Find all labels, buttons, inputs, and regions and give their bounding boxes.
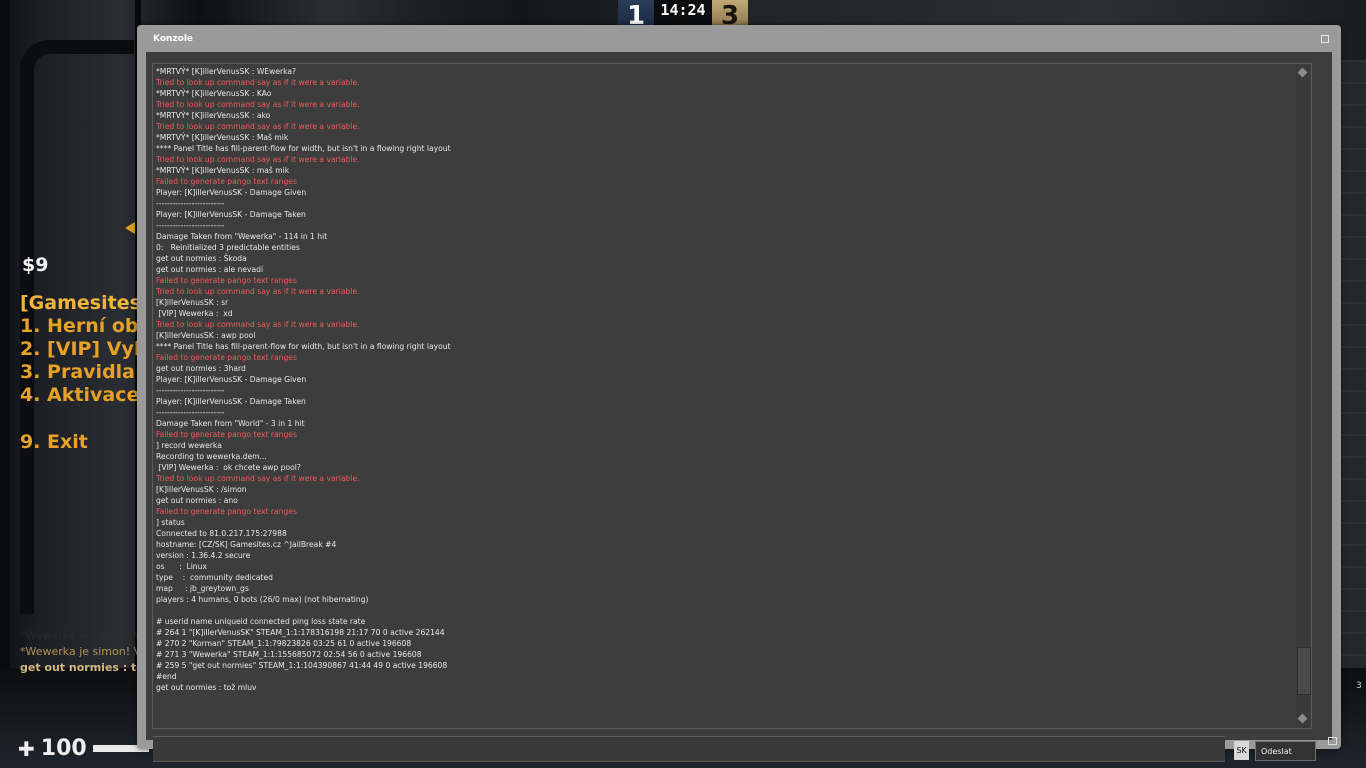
console-line: # 259 5 "get out normies" STEAM_1:1:1043…	[156, 661, 448, 670]
chat-line: *Wewerka je simon! Vš	[20, 645, 147, 658]
console-line: *MRTVÝ* [K]illerVenusSK : maš mik	[156, 166, 290, 175]
console-line: # 271 3 "Wewerka" STEAM_1:1:155685072 02…	[156, 650, 422, 659]
console-output: *MRTVÝ* [K]illerVenusSK : WEwerka? Tried …	[152, 63, 1312, 729]
console-line: *MRTVÝ* [K]illerVenusSK : WEwerka?	[156, 67, 297, 76]
console-line: Failed to generate pango text ranges	[156, 507, 297, 516]
console-line: *MRTVÝ* [K]illerVenusSK : KAo	[156, 89, 272, 98]
scroll-up-icon[interactable]	[1297, 67, 1308, 78]
console-line: **** Panel Title has fill-parent-flow fo…	[156, 342, 451, 351]
console-line: [K]illerVenusSK : sr	[156, 298, 229, 307]
console-line: # 264 1 "[K]illerVenusSK" STEAM_1:1:1783…	[156, 628, 445, 637]
scroll-down-icon[interactable]	[1297, 713, 1308, 724]
console-line: Recording to wewerka.dem...	[156, 452, 267, 461]
console-line: Player: [K]illerVenusSK - Damage Given	[156, 188, 307, 197]
console-body: *MRTVÝ* [K]illerVenusSK : WEwerka? Tried …	[146, 52, 1332, 762]
console-line: -------------------------	[156, 221, 225, 230]
console-line: ] status	[156, 518, 185, 527]
console-line: [VIP] Wewerka : xd	[156, 309, 233, 318]
chat-line: *Wewerka je simon! V	[20, 629, 142, 642]
chat-line: get out normies : tož	[20, 661, 151, 674]
console-title: Konzole	[153, 34, 194, 44]
console-line: Tried to look up command say as if it we…	[156, 78, 360, 87]
health-display: ✚ 100	[18, 736, 149, 761]
console-line: 0: Reinitialized 3 predictable entities	[156, 243, 300, 252]
console-line: Connected to 81.0.217.175:27988	[156, 529, 287, 538]
console-line: -------------------------	[156, 199, 225, 208]
health-icon: ✚	[18, 736, 35, 761]
background-light	[125, 222, 135, 234]
console-line: -------------------------	[156, 386, 225, 395]
console-line: Tried to look up command say as if it we…	[156, 474, 360, 483]
console-line: Tried to look up command say as if it we…	[156, 155, 360, 164]
console-line: Tried to look up command say as if it we…	[156, 287, 360, 296]
menu-spacer	[20, 407, 150, 431]
money-display: $9	[22, 254, 49, 276]
server-menu-exit[interactable]: 9. Exit	[20, 431, 150, 454]
console-line: *MRTVÝ* [K]illerVenusSK : ako	[156, 111, 271, 120]
console-line: #end	[156, 672, 177, 681]
console-line: # userid name uniqueid connected ping lo…	[156, 617, 366, 626]
console-line: players : 4 humans, 0 bots (26/0 max) (n…	[156, 595, 369, 604]
resize-grip-icon[interactable]	[1328, 737, 1337, 745]
console-line: version : 1.36.4.2 secure	[156, 551, 251, 560]
console-line: Tried to look up command say as if it we…	[156, 122, 360, 131]
server-menu: [Gamesites. 1. Herní obc 2. [VIP] Vyk 3.…	[20, 292, 150, 454]
output-scrollbar[interactable]	[1296, 65, 1311, 727]
server-menu-item[interactable]: 2. [VIP] Vyk	[20, 338, 150, 361]
console-line: get out normies : 3hard	[156, 364, 246, 373]
console-line: os : Linux	[156, 562, 207, 571]
console-line: Tried to look up command say as if it we…	[156, 320, 360, 329]
round-timer: 14:24	[654, 0, 712, 28]
console-line: ] record wewerka	[156, 441, 222, 450]
scroll-thumb[interactable]	[1297, 647, 1311, 695]
console-line: Player: [K]illerVenusSK - Damage Taken	[156, 210, 306, 219]
console-line: -------------------------	[156, 408, 225, 417]
console-line: get out normies : tož mluv	[156, 683, 257, 692]
console-line: Damage Taken from "World" - 3 in 1 hit	[156, 419, 305, 428]
console-window: Konzole *MRTVÝ* [K]illerVenusSK : WEwerk…	[137, 25, 1341, 762]
server-menu-title: [Gamesites.	[20, 292, 149, 314]
health-value: 100	[40, 736, 87, 761]
console-line: map : jb_greytown_gs	[156, 584, 249, 593]
server-menu-item[interactable]: 1. Herní obc	[20, 315, 150, 338]
ct-score: 1	[618, 0, 654, 31]
scoreboard: 1 14:24 3	[618, 0, 748, 31]
console-line: get out normies : ano	[156, 496, 238, 505]
console-line: Damage Taken from "Wewerka" - 114 in 1 h…	[156, 232, 328, 241]
t-score: 3	[712, 0, 748, 31]
console-line: **** Panel Title has fill-parent-flow fo…	[156, 144, 451, 153]
server-menu-item[interactable]: 4. Aktivace	[20, 384, 150, 407]
side-number: 3	[1356, 681, 1362, 691]
console-titlebar[interactable]: Konzole	[137, 25, 1341, 51]
console-line: Player: [K]illerVenusSK - Damage Given	[156, 375, 307, 384]
console-line: # 270 2 "Korman" STEAM_1:1:79823826 03:2…	[156, 639, 412, 648]
console-line: Failed to generate pango text ranges	[156, 353, 297, 362]
maximize-icon[interactable]	[1321, 35, 1329, 43]
console-line: Failed to generate pango text ranges	[156, 177, 297, 186]
console-line: Player: [K]illerVenusSK - Damage Taken	[156, 397, 306, 406]
chat-feed: *Wewerka je simon! V *Wewerka je simon! …	[20, 628, 150, 676]
console-line: get out normies : ale nevadí	[156, 265, 264, 274]
submit-button[interactable]: Odeslat	[1255, 741, 1316, 761]
language-indicator: SK	[1234, 741, 1249, 760]
console-line: Failed to generate pango text ranges	[156, 276, 297, 285]
console-line: [VIP] Wewerka : ok chcete awp pool?	[156, 463, 301, 472]
console-line: get out normies : Škoda	[156, 254, 247, 263]
server-menu-item[interactable]: 3. Pravidla	[20, 361, 150, 384]
console-line: *MRTVÝ* [K]illerVenusSK : Maš mik	[156, 133, 289, 142]
console-line: type : community dedicated	[156, 573, 273, 582]
console-line: hostname: [CZ/SK] Gamesites.cz ^JailBrea…	[156, 540, 337, 549]
console-line: [K]illerVenusSK : /simon	[156, 485, 247, 494]
console-input[interactable]	[153, 736, 1225, 762]
console-output-text: *MRTVÝ* [K]illerVenusSK : WEwerka? Tried …	[156, 66, 1301, 720]
console-line: [K]illerVenusSK : awp pool	[156, 331, 256, 340]
background-pole	[0, 0, 10, 768]
console-line: Tried to look up command say as if it we…	[156, 100, 360, 109]
console-line: Failed to generate pango text ranges	[156, 430, 297, 439]
